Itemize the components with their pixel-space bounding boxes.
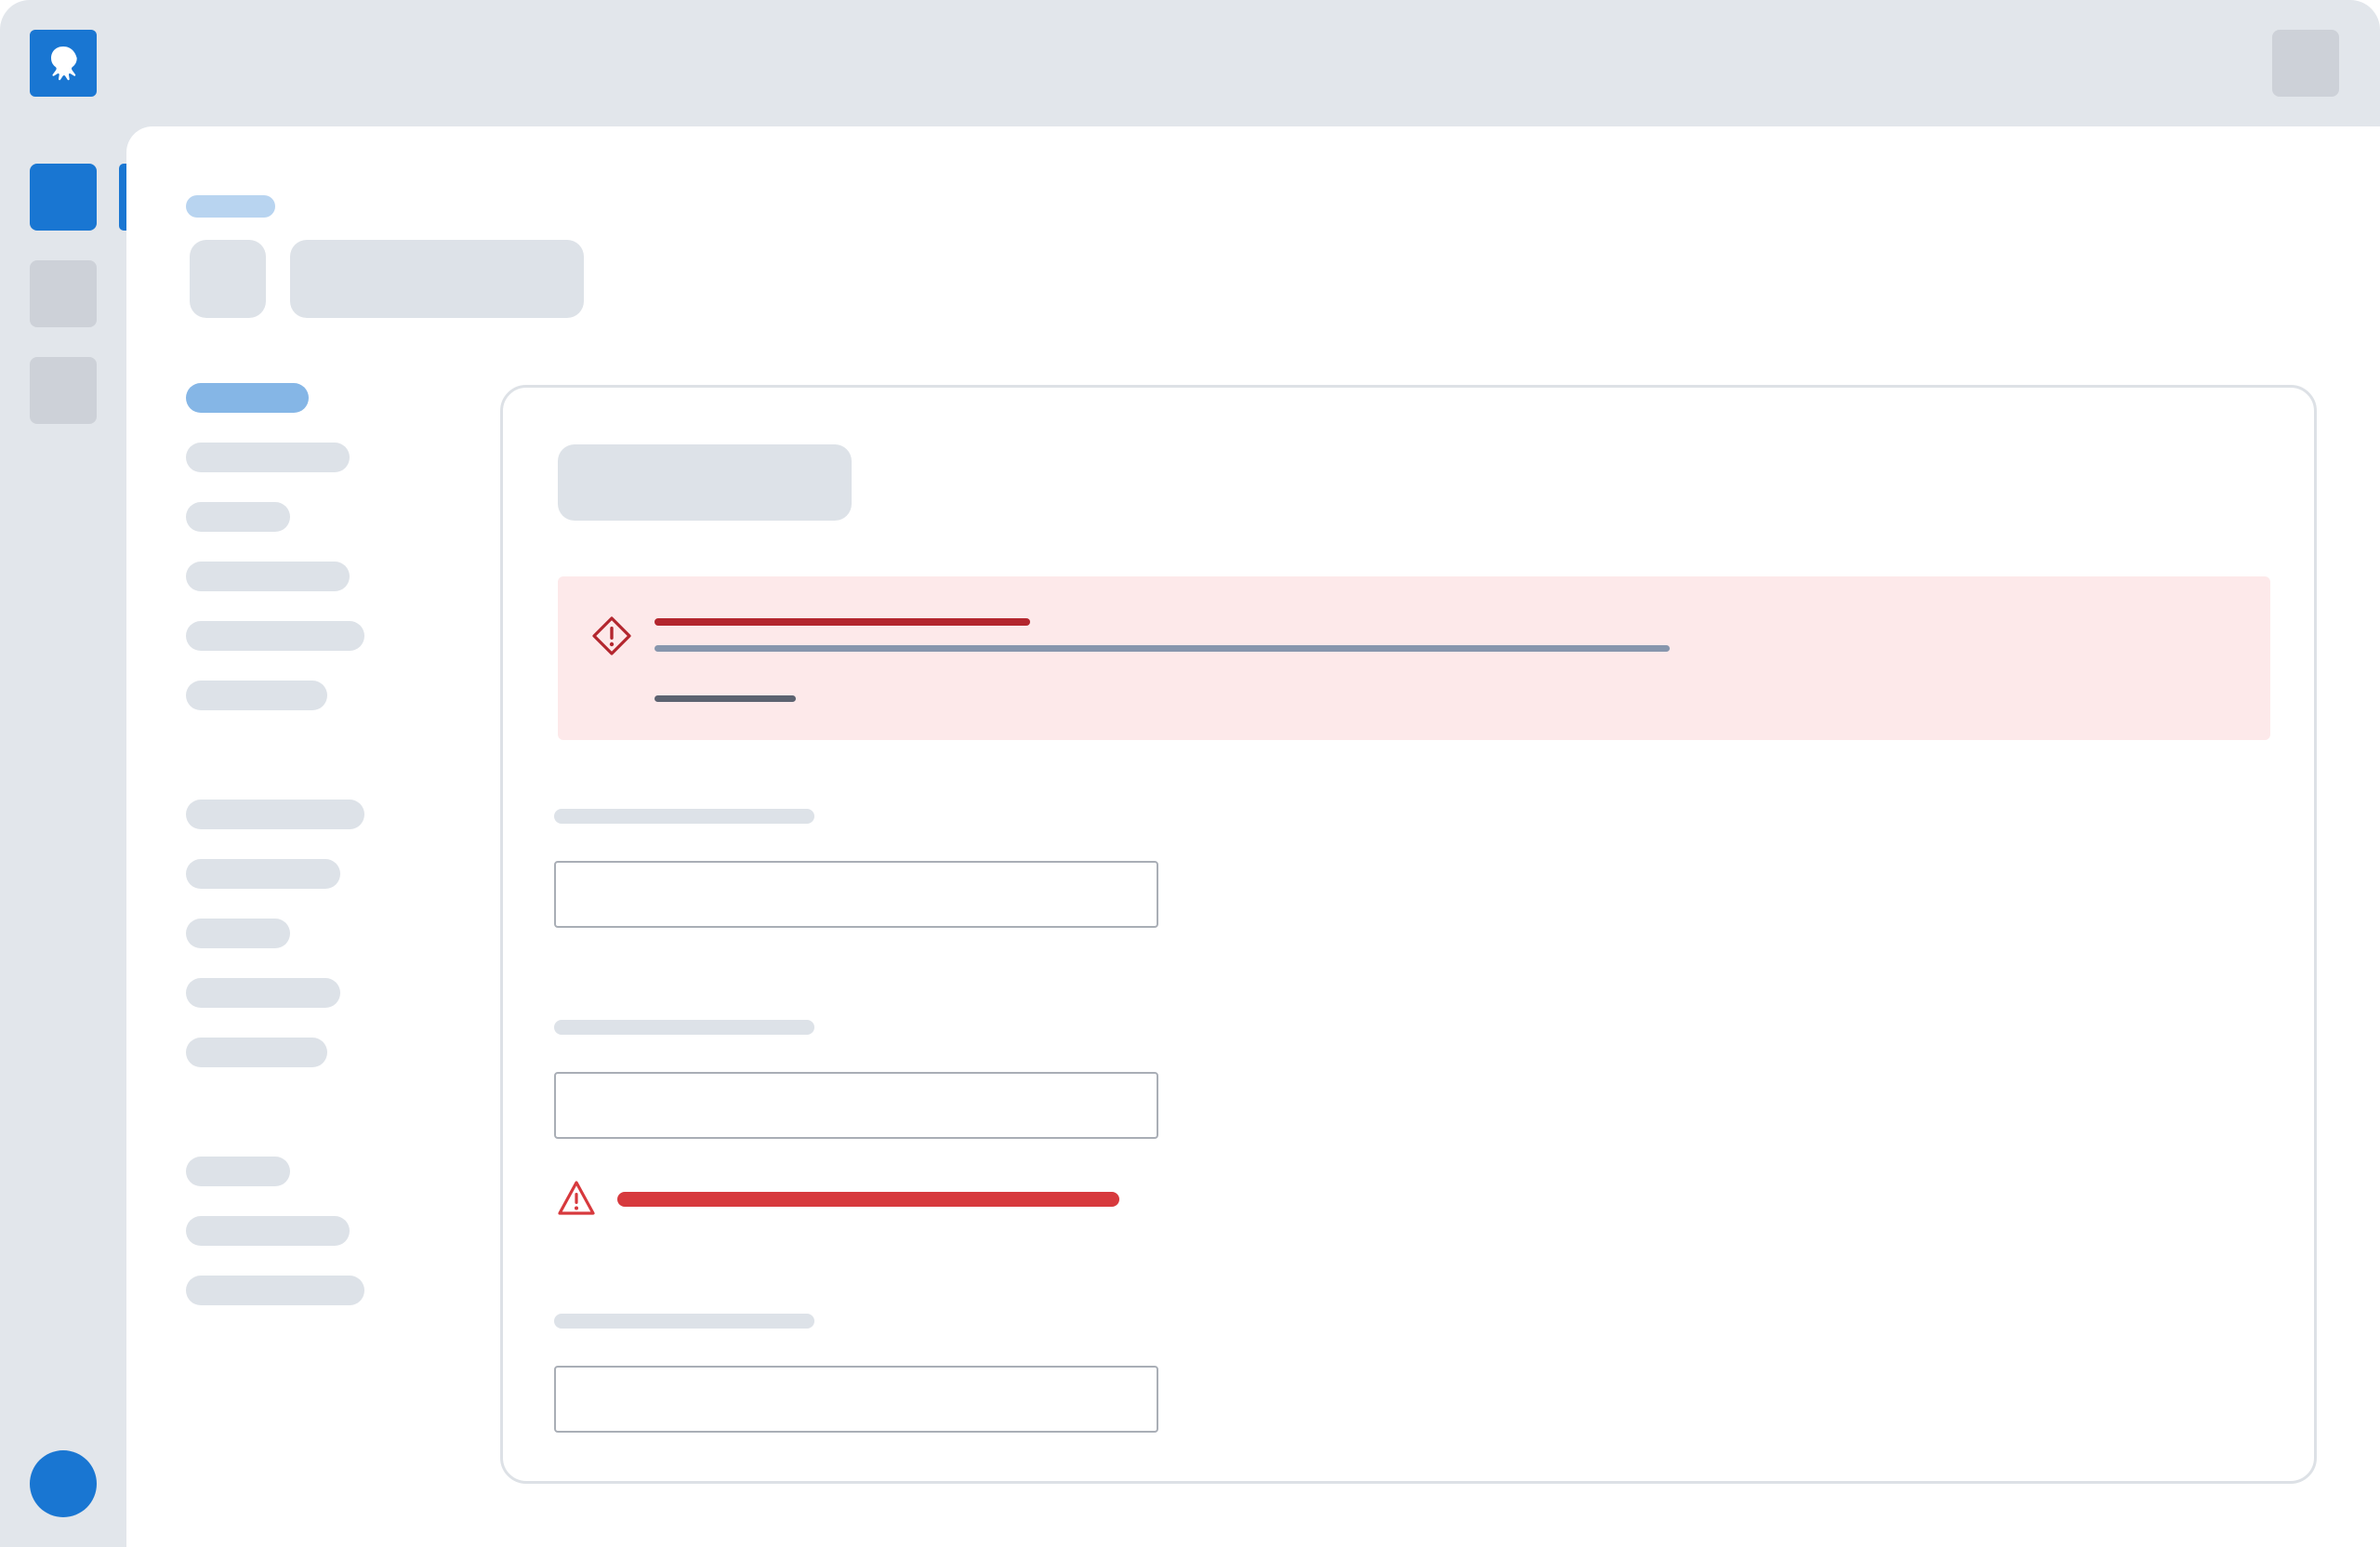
nav-item[interactable] — [186, 443, 350, 472]
avatar[interactable] — [30, 1450, 97, 1517]
nav-item[interactable] — [186, 562, 350, 591]
alert-title — [654, 618, 1030, 626]
field-label — [554, 1314, 814, 1329]
nav-item[interactable] — [186, 502, 290, 532]
rail-button-home[interactable] — [30, 164, 97, 231]
octopus-logo-icon — [51, 46, 77, 81]
nav-item[interactable] — [186, 1276, 364, 1305]
nav-item[interactable] — [186, 978, 340, 1008]
nav-item[interactable] — [186, 1216, 350, 1246]
field-label — [554, 809, 814, 824]
diamond-warning-icon — [592, 616, 631, 655]
app-logo[interactable] — [30, 30, 97, 97]
rail-button-3[interactable] — [30, 357, 97, 424]
nav-item[interactable] — [186, 859, 340, 889]
nav-item-active[interactable] — [186, 383, 309, 413]
alert-link[interactable] — [654, 695, 796, 702]
nav-item[interactable] — [186, 800, 364, 829]
text-input-3[interactable] — [554, 1366, 1158, 1433]
card-title — [558, 444, 852, 521]
nav-item[interactable] — [186, 621, 364, 651]
error-alert — [558, 576, 2270, 740]
page-icon — [190, 240, 266, 318]
topbar-action-button[interactable] — [2272, 30, 2339, 97]
field-error-message — [617, 1192, 1119, 1207]
field-label — [554, 1020, 814, 1035]
page-title — [290, 240, 584, 318]
breadcrumb[interactable] — [186, 195, 275, 218]
nav-item[interactable] — [186, 1157, 290, 1186]
nav-item[interactable] — [186, 1038, 327, 1067]
text-input-1[interactable] — [554, 861, 1158, 928]
nav-item[interactable] — [186, 919, 290, 948]
app-window — [0, 0, 2380, 1547]
triangle-warning-icon — [558, 1181, 595, 1215]
text-input-2[interactable] — [554, 1072, 1158, 1139]
alert-message — [654, 645, 1670, 652]
rail-button-2[interactable] — [30, 260, 97, 327]
nav-item[interactable] — [186, 681, 327, 710]
